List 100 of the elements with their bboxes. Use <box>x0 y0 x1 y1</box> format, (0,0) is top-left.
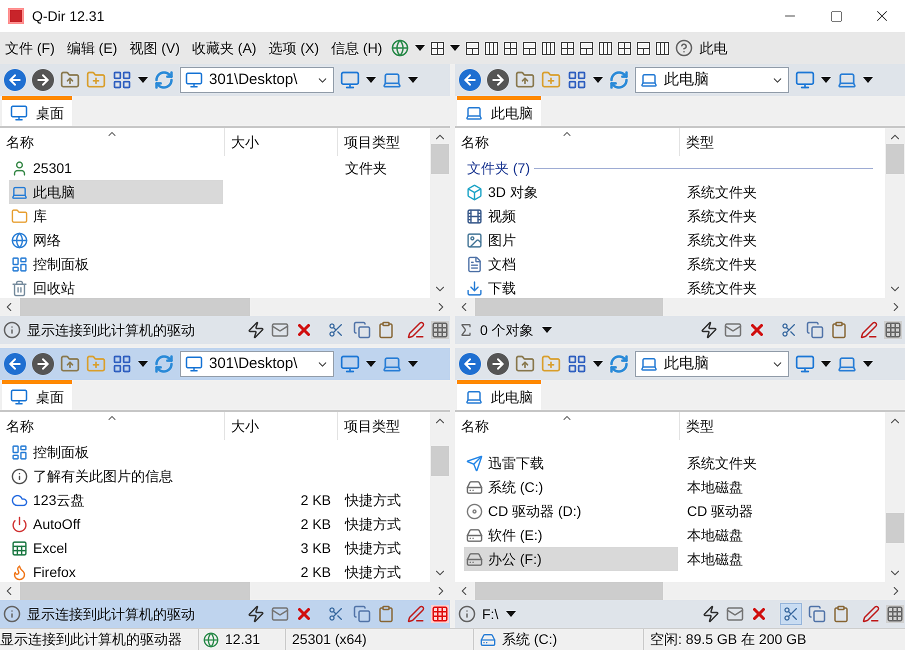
grid-icon[interactable] <box>431 605 449 623</box>
file-item[interactable]: 了解有关此图片的信息 <box>9 464 223 488</box>
forward-button[interactable] <box>487 353 509 375</box>
folder-tab[interactable]: 桌面 <box>2 96 72 126</box>
scroll-thumb[interactable] <box>20 298 250 316</box>
lightning-icon[interactable] <box>700 321 718 339</box>
file-item[interactable]: Firefox <box>9 560 223 582</box>
layout-icon[interactable] <box>618 42 632 54</box>
view-icon[interactable] <box>112 354 132 374</box>
address-field[interactable]: 此电脑 <box>635 67 789 93</box>
grid-icon[interactable] <box>431 321 449 339</box>
caret-icon[interactable] <box>366 361 376 367</box>
layout-icon[interactable] <box>523 42 536 54</box>
column-header[interactable]: 大小 <box>225 128 338 156</box>
column-header[interactable]: 大小 <box>225 412 338 440</box>
back-button[interactable] <box>459 353 481 375</box>
layout-icon[interactable] <box>580 42 594 54</box>
mail-icon[interactable] <box>271 321 289 339</box>
pen-icon[interactable] <box>407 321 425 339</box>
view-icon[interactable] <box>567 354 587 374</box>
address-field[interactable]: 此电脑 <box>635 351 789 377</box>
scroll-thumb[interactable] <box>431 446 449 476</box>
grid-icon[interactable] <box>884 321 902 339</box>
forward-button[interactable] <box>487 69 509 91</box>
caret-icon[interactable] <box>821 77 831 83</box>
vertical-scrollbar[interactable] <box>885 412 905 582</box>
scroll-thumb[interactable] <box>20 582 250 600</box>
clipboard-icon[interactable] <box>377 321 395 339</box>
mail-icon[interactable] <box>271 605 289 623</box>
mail-icon[interactable] <box>726 605 744 623</box>
file-item[interactable]: 视频 <box>464 204 678 228</box>
menu-item[interactable]: 信息 (H) <box>328 38 386 58</box>
forward-button[interactable] <box>32 353 54 375</box>
caret-icon[interactable] <box>542 327 552 333</box>
delete-icon[interactable] <box>750 605 768 623</box>
column-header[interactable]: 项目类型 <box>338 128 430 156</box>
caret-icon[interactable] <box>863 361 873 367</box>
cut-button[interactable] <box>780 603 802 625</box>
caret-icon[interactable] <box>415 45 426 51</box>
file-item[interactable]: 图片 <box>464 228 678 252</box>
scroll-thumb[interactable] <box>431 144 449 174</box>
caret-icon[interactable] <box>506 611 516 617</box>
delete-icon[interactable] <box>295 321 313 339</box>
copy-icon[interactable] <box>353 605 371 623</box>
maximize-icon[interactable] <box>830 10 842 22</box>
monitor-icon[interactable] <box>795 354 815 374</box>
caret-icon[interactable] <box>593 361 603 367</box>
vertical-scrollbar[interactable] <box>885 128 905 298</box>
grid-icon[interactable] <box>886 605 904 623</box>
scroll-thumb[interactable] <box>475 298 663 316</box>
lightning-icon[interactable] <box>702 605 720 623</box>
menu-item[interactable]: 文件 (F) <box>2 38 58 58</box>
file-item[interactable]: 3D 对象 <box>464 180 678 204</box>
caret-icon[interactable] <box>408 77 418 83</box>
file-item[interactable]: 123云盘 <box>9 488 223 512</box>
address-field[interactable]: 301\Desktop\ <box>180 67 334 93</box>
clipboard-icon[interactable] <box>830 321 848 339</box>
folder-tab[interactable]: 桌面 <box>2 380 72 410</box>
caret-icon[interactable] <box>366 77 376 83</box>
layout-icon[interactable] <box>542 42 556 54</box>
column-header[interactable]: 类型 <box>680 128 885 156</box>
column-header[interactable]: 名称 <box>0 128 225 156</box>
menu-item[interactable]: 编辑 (E) <box>64 38 120 58</box>
layout-icon[interactable] <box>561 42 574 54</box>
caret-icon[interactable] <box>138 77 148 83</box>
layout-icon[interactable] <box>485 42 498 54</box>
folder-tab[interactable]: 此电脑 <box>457 96 541 126</box>
delete-icon[interactable] <box>295 605 313 623</box>
back-button[interactable] <box>459 69 481 91</box>
file-item[interactable]: 网络 <box>9 228 223 252</box>
file-item[interactable]: 控制面板 <box>9 440 223 464</box>
scroll-thumb[interactable] <box>886 513 904 543</box>
refresh-icon[interactable] <box>154 354 174 374</box>
copy-icon[interactable] <box>353 321 371 339</box>
column-header[interactable]: 名称 <box>0 412 225 440</box>
mail-icon[interactable] <box>724 321 742 339</box>
file-item[interactable]: 25301 <box>9 156 223 180</box>
shortcut-label[interactable]: 此电 <box>699 38 728 58</box>
file-item[interactable]: 控制面板 <box>9 252 223 276</box>
address-field[interactable]: 301\Desktop\ <box>180 351 334 377</box>
column-header[interactable]: 名称 <box>455 128 680 156</box>
folder-tab[interactable]: 此电脑 <box>457 380 541 410</box>
layout-icon[interactable] <box>637 42 650 54</box>
monitor-icon[interactable] <box>340 70 360 90</box>
file-item[interactable]: 系统 (C:) <box>464 475 678 499</box>
refresh-icon[interactable] <box>154 70 174 90</box>
monitor-icon[interactable] <box>340 354 360 374</box>
clipboard-icon[interactable] <box>377 605 395 623</box>
column-header[interactable]: 名称 <box>455 412 680 440</box>
folder-up-icon[interactable] <box>60 70 80 90</box>
pen-icon[interactable] <box>407 605 425 623</box>
file-item[interactable]: 迅雷下载 <box>464 451 678 475</box>
layout-icon[interactable] <box>599 42 612 54</box>
caret-icon[interactable] <box>408 361 418 367</box>
file-item[interactable]: CD 驱动器 (D:) <box>464 499 678 523</box>
column-header[interactable]: 类型 <box>680 412 885 440</box>
copy-icon[interactable] <box>808 605 826 623</box>
scroll-thumb[interactable] <box>475 582 663 600</box>
pen-icon[interactable] <box>860 321 878 339</box>
menu-item[interactable]: 视图 (V) <box>126 38 183 58</box>
